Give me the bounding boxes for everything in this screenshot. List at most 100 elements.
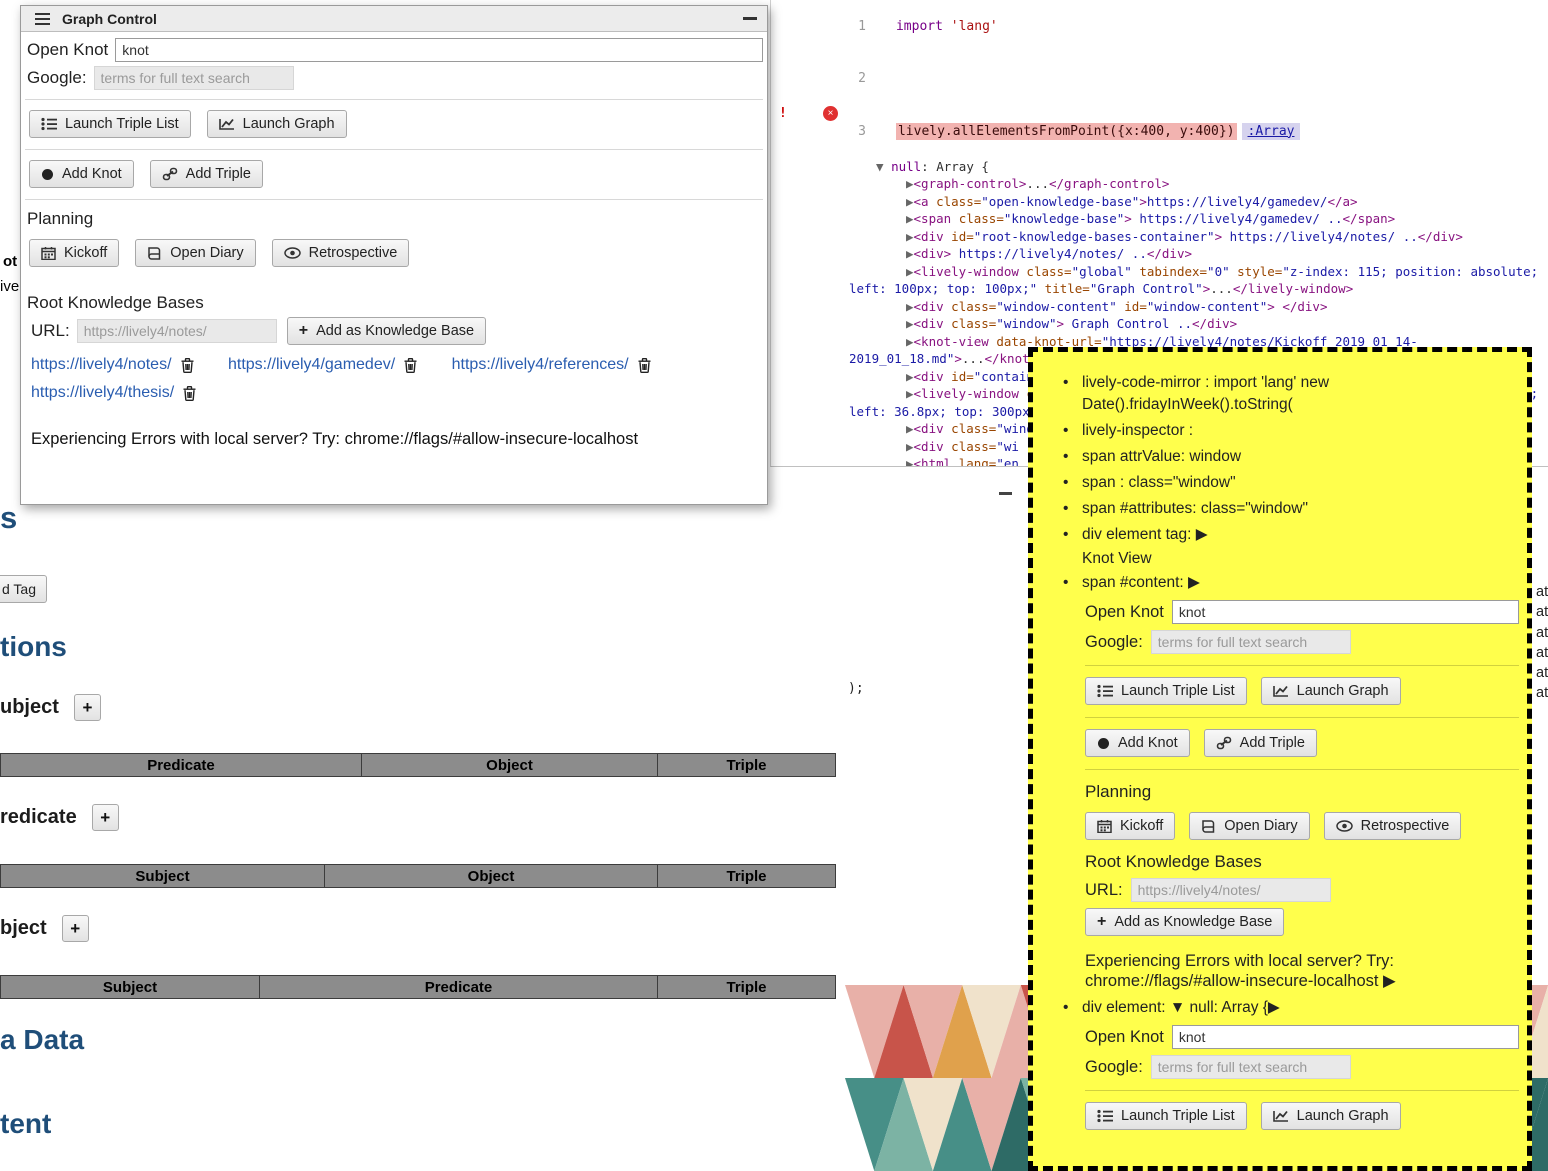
- link-icon: [162, 167, 178, 181]
- launch-graph-button[interactable]: Launch Graph: [207, 110, 347, 138]
- local-server-error-hint[interactable]: Experiencing Errors with local server? T…: [1085, 952, 1519, 991]
- knot-circle-icon: [1097, 737, 1110, 750]
- add-knot-button[interactable]: Add Knot: [29, 160, 134, 188]
- code-token-attr: class=: [951, 316, 996, 331]
- google-search-input[interactable]: [94, 66, 294, 90]
- inspector-node-line[interactable]: ▶<div class="window-content" id="window-…: [849, 298, 1548, 316]
- debug-item-expander[interactable]: div element tag: ▶: [1082, 524, 1208, 546]
- code-token-attr: id=: [951, 369, 974, 384]
- book-icon: [1201, 819, 1216, 833]
- triples-table-header: Subject Object Triple: [0, 864, 836, 888]
- code-token-attr: class=: [951, 439, 996, 454]
- open-knot-input[interactable]: [1172, 1025, 1519, 1049]
- add-triple-button[interactable]: Add Triple: [150, 160, 263, 188]
- code-token-tag: >: [1215, 229, 1223, 244]
- add-triple-button[interactable]: Add Triple: [1204, 729, 1317, 757]
- button-label: Open Diary: [1224, 818, 1297, 834]
- code-token-val: "global": [1072, 264, 1140, 279]
- button-label: Add Triple: [186, 166, 251, 182]
- inspector-node-line[interactable]: ▶<div class="window"> Graph Control ..</…: [849, 315, 1548, 333]
- code-token-kw: import: [896, 19, 943, 34]
- launch-graph-button[interactable]: Launch Graph: [1261, 1102, 1401, 1130]
- window-titlebar[interactable]: Graph Control: [21, 6, 767, 32]
- url-input[interactable]: [77, 319, 277, 343]
- inspector-node-line[interactable]: ▶<span class="knowledge-base"> https://l…: [849, 210, 1548, 228]
- trash-icon[interactable]: [183, 386, 196, 401]
- launch-triple-list-button[interactable]: Launch Triple List: [1085, 1102, 1247, 1130]
- inspector-node-line[interactable]: ▶<div id="root-knowledge-bases-container…: [849, 228, 1548, 246]
- bullet-icon: •: [1063, 420, 1073, 442]
- add-knot-button[interactable]: Add Knot: [1085, 729, 1190, 757]
- kickoff-button[interactable]: Kickoff: [1085, 812, 1175, 840]
- code-token-arrow: ▶: [906, 421, 914, 436]
- clipped-text-fragment: at: [1536, 643, 1548, 663]
- knowledge-base-link[interactable]: https://lively4/thesis/: [31, 381, 174, 405]
- add-knowledge-base-button[interactable]: + Add as Knowledge Base: [1085, 908, 1284, 936]
- knowledge-base-link[interactable]: https://lively4/references/: [452, 353, 629, 377]
- clipped-heading-predicate: redicate: [0, 806, 77, 829]
- button-label: Launch Graph: [1297, 1108, 1389, 1124]
- knot-circle-icon: [41, 168, 54, 181]
- knowledge-base-list: https://lively4/notes/ https://lively4/g…: [31, 353, 763, 409]
- kickoff-button[interactable]: Kickoff: [29, 239, 119, 267]
- google-search-input[interactable]: [1151, 630, 1351, 654]
- code-token-str: 'lang': [943, 19, 998, 34]
- add-subject-button[interactable]: +: [74, 694, 101, 721]
- launch-triple-list-button[interactable]: Launch Triple List: [29, 110, 191, 138]
- array-result-link[interactable]: :Array: [1242, 123, 1301, 140]
- retrospective-button[interactable]: Retrospective: [1324, 812, 1462, 840]
- code-token-tag: </span>: [1343, 211, 1396, 226]
- inspector-node-line[interactable]: ▶<graph-control>...</graph-control>: [849, 175, 1548, 193]
- code-token-arrow: ▶: [906, 334, 914, 349]
- code-token-tag: </div>: [1418, 229, 1463, 244]
- button-label: Open Diary: [170, 245, 243, 261]
- url-label: URL:: [1085, 881, 1123, 900]
- open-knot-input[interactable]: [115, 38, 763, 62]
- window-minimize-icon[interactable]: [999, 492, 1012, 495]
- code-line-content: import 'lang': [866, 19, 998, 34]
- trash-icon[interactable]: [404, 358, 417, 373]
- column-header: Subject: [0, 975, 260, 999]
- code-token-attr: lang=: [959, 456, 997, 467]
- open-diary-button[interactable]: Open Diary: [135, 239, 255, 267]
- launch-triple-list-button[interactable]: Launch Triple List: [1085, 677, 1247, 705]
- clipped-heading-object: bject: [0, 917, 47, 940]
- retrospective-button[interactable]: Retrospective: [272, 239, 410, 267]
- knowledge-base-item: https://lively4/gamedev/: [228, 353, 417, 377]
- code-token-attr: class=: [1026, 264, 1071, 279]
- debug-item-expander[interactable]: span #content: ▶: [1082, 572, 1200, 594]
- link-icon: [1216, 736, 1232, 750]
- launch-graph-button[interactable]: Launch Graph: [1261, 677, 1401, 705]
- trash-icon[interactable]: [638, 358, 651, 373]
- inspector-node-line[interactable]: ▶<div> https://lively4/notes/ ..</div>: [849, 245, 1548, 263]
- button-label: Kickoff: [1120, 818, 1163, 834]
- add-predicate-button[interactable]: +: [92, 804, 119, 831]
- clipped-text-fragment: at: [1536, 582, 1548, 602]
- google-search-input[interactable]: [1151, 1055, 1351, 1079]
- open-diary-button[interactable]: Open Diary: [1189, 812, 1309, 840]
- trash-icon[interactable]: [181, 358, 194, 373]
- code-token-attr: class=: [959, 211, 1004, 226]
- inspector-node-line[interactable]: ▼ null: Array {: [849, 158, 1548, 176]
- button-label: Retrospective: [309, 245, 398, 261]
- debug-item-expander[interactable]: div element: ▼ null: Array {▶: [1082, 997, 1280, 1019]
- button-label: Add Triple: [1240, 735, 1305, 751]
- inspector-node-line[interactable]: ▶<lively-window class="global" tabindex=…: [849, 263, 1548, 298]
- triple-list-icon: [1097, 1109, 1113, 1123]
- code-token-text: https://lively4/gamedev/: [1147, 194, 1328, 209]
- inspector-node-line[interactable]: ▶<a class="open-knowledge-base">https://…: [849, 193, 1548, 211]
- open-knot-input[interactable]: [1172, 600, 1519, 624]
- window-menu-icon[interactable]: [35, 13, 50, 25]
- window-minimize-icon[interactable]: [743, 17, 757, 20]
- knowledge-base-item: https://lively4/notes/: [31, 353, 194, 377]
- url-input[interactable]: [1131, 878, 1331, 902]
- add-knowledge-base-button[interactable]: + Add as Knowledge Base: [287, 317, 486, 345]
- debug-overlay-panel: • lively-code-mirror : import 'lang' new…: [1028, 347, 1532, 1171]
- knowledge-base-link[interactable]: https://lively4/notes/: [31, 353, 172, 377]
- add-object-button[interactable]: +: [62, 915, 89, 942]
- code-token-arrow: ▶: [906, 264, 914, 279]
- code-token-tag: </div>: [1147, 246, 1192, 261]
- knowledge-base-link[interactable]: https://lively4/gamedev/: [228, 353, 395, 377]
- code-token-val: "root-knowledge-bases-container": [974, 229, 1215, 244]
- add-tag-button[interactable]: d Tag: [0, 575, 47, 603]
